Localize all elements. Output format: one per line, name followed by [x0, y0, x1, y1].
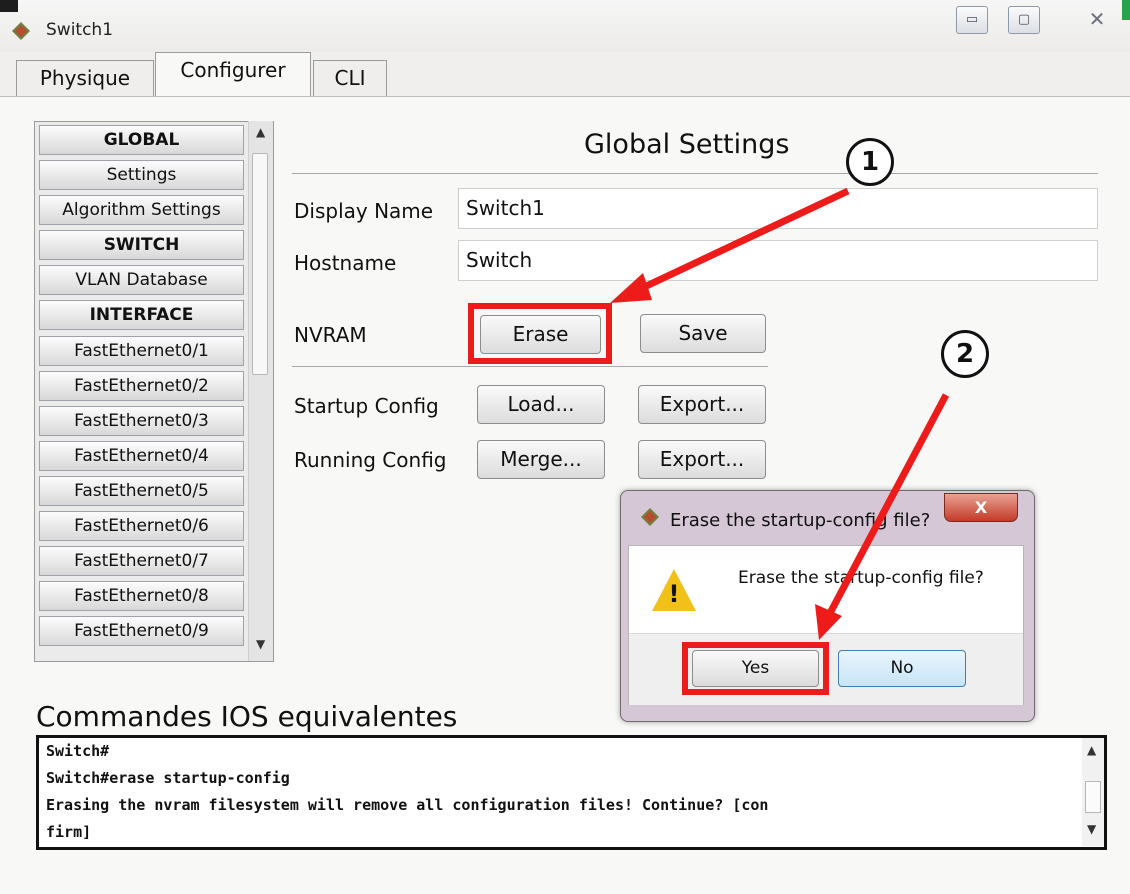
- tab-physique[interactable]: Physique: [16, 60, 154, 96]
- hostname-input[interactable]: Switch: [458, 240, 1098, 281]
- edge-marker: [1122, 0, 1130, 20]
- window-title: Switch1: [46, 20, 114, 40]
- startup-config-label: Startup Config: [294, 394, 439, 418]
- sidebar-item-fastethernet0-8[interactable]: FastEthernet0/8: [39, 581, 244, 611]
- sidebar-item-fastethernet0-2[interactable]: FastEthernet0/2: [39, 371, 244, 401]
- sidebar-heading-switch: SWITCH: [39, 230, 244, 260]
- sidebar-heading-global: GLOBAL: [39, 125, 244, 155]
- save-button[interactable]: Save: [640, 314, 766, 353]
- running-config-label: Running Config: [294, 448, 447, 472]
- sidebar-item-fastethernet0-7[interactable]: FastEthernet0/7: [39, 546, 244, 576]
- maximize-button[interactable]: ▢: [1008, 6, 1040, 34]
- title-divider: [292, 173, 1098, 174]
- console-scroll-up-icon[interactable]: ▲: [1087, 743, 1096, 757]
- yes-highlight-box: [682, 642, 829, 695]
- ios-console: [36, 735, 1107, 850]
- sidebar-item-algorithm-settings[interactable]: Algorithm Settings: [39, 195, 244, 225]
- sidebar-heading-interface: INTERFACE: [39, 300, 244, 330]
- erase-highlight-box: [468, 303, 612, 364]
- display-name-input[interactable]: Switch1: [458, 188, 1098, 229]
- minimize-button[interactable]: ▭: [956, 6, 988, 34]
- console-scroll-thumb[interactable]: [1085, 781, 1101, 813]
- step-1-marker: 1: [846, 138, 894, 186]
- sidebar-item-fastethernet0-5[interactable]: FastEthernet0/5: [39, 476, 244, 506]
- dialog-app-icon: [641, 508, 659, 526]
- scroll-down-icon[interactable]: ▼: [256, 637, 265, 651]
- close-window-button[interactable]: ✕: [1082, 8, 1112, 32]
- sidebar-item-fastethernet0-6[interactable]: FastEthernet0/6: [39, 511, 244, 541]
- merge-button[interactable]: Merge...: [477, 440, 605, 479]
- sidebar-item-vlan-database[interactable]: VLAN Database: [39, 265, 244, 295]
- sidebar-scroll-thumb[interactable]: [252, 153, 268, 375]
- step-2-marker: 2: [941, 330, 989, 378]
- console-scroll-down-icon[interactable]: ▼: [1087, 822, 1096, 836]
- switch-app-icon: [12, 22, 30, 40]
- nvram-divider: [292, 366, 768, 367]
- nvram-label: NVRAM: [294, 323, 367, 347]
- ios-commands-title: Commandes IOS equivalentes: [36, 700, 458, 733]
- sidebar-item-fastethernet0-3[interactable]: FastEthernet0/3: [39, 406, 244, 436]
- sidebar-item-fastethernet0-1[interactable]: FastEthernet0/1: [39, 336, 244, 366]
- load-button[interactable]: Load...: [477, 385, 605, 424]
- console-line-3: Erasing the nvram filesystem will remove…: [46, 796, 769, 814]
- console-line-1: Switch#: [46, 742, 110, 760]
- dialog-title: Erase the startup-config file?: [670, 510, 931, 531]
- tab-cli[interactable]: CLI: [313, 60, 387, 96]
- console-line-2: Switch#erase startup-config: [46, 769, 290, 787]
- console-line-4: firm]: [46, 823, 92, 841]
- settings-title: Global Settings: [584, 129, 790, 160]
- display-name-label: Display Name: [294, 199, 434, 223]
- dialog-close-button[interactable]: X: [944, 493, 1018, 522]
- warning-exclamation-icon: !: [668, 580, 680, 608]
- dialog-message: Erase the startup-config file?: [738, 568, 984, 588]
- sidebar-item-fastethernet0-9[interactable]: FastEthernet0/9: [39, 616, 244, 646]
- scroll-up-icon[interactable]: ▲: [256, 125, 265, 139]
- running-export-button[interactable]: Export...: [638, 440, 766, 479]
- hostname-label: Hostname: [294, 251, 397, 275]
- sidebar-item-settings[interactable]: Settings: [39, 160, 244, 190]
- no-button[interactable]: No: [838, 650, 966, 687]
- corner-mark: [0, 0, 18, 12]
- tab-configurer[interactable]: Configurer: [155, 52, 311, 97]
- startup-export-button[interactable]: Export...: [638, 385, 766, 424]
- sidebar-item-fastethernet0-4[interactable]: FastEthernet0/4: [39, 441, 244, 471]
